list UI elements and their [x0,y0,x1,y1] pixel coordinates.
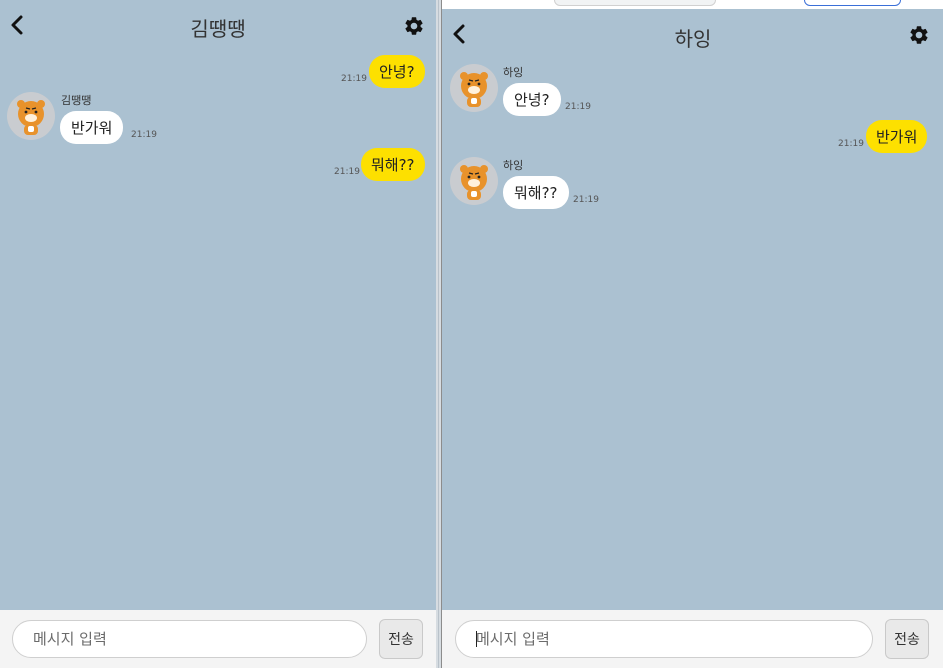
other-message-bubble: 반가워 [60,111,124,144]
message-time: 21:19 [341,74,367,84]
my-message-bubble: 반가워 [866,120,928,153]
send-button[interactable]: 전송 [885,619,929,659]
my-message-bubble: 안녕? [369,55,425,88]
message-time: 21:19 [573,195,599,205]
text-cursor [476,631,477,647]
lion-avatar-icon[interactable] [450,157,498,205]
chat-header: 김땡땡 [0,0,436,48]
lion-avatar-icon[interactable] [7,92,55,140]
other-message-bubble: 안녕? [503,83,561,116]
gear-icon[interactable] [908,24,930,46]
sender-name: 하잉 [503,159,524,172]
other-message-bubble: 뭐해?? [503,176,569,209]
sender-name: 김땡땡 [61,94,92,107]
message-time: 21:19 [838,139,864,149]
message-time: 21:19 [565,102,591,112]
chat-window-right: 하잉 하잉 안녕? 21:19 21:19 반가워 하잉 뭐해?? 21:19 … [441,0,943,668]
chat-room-title: 하잉 [674,27,712,51]
message-input[interactable] [455,620,873,658]
chat-header: 하잉 [442,10,943,58]
gear-icon[interactable] [403,15,425,37]
chat-room-title: 김땡땡 [190,17,246,41]
chat-window-left: 김땡땡 21:19 안녕? 김땡땡 반가워 21:19 21:19 뭐해?? 전… [0,0,436,668]
profile-button [804,0,901,6]
address-bar [554,0,716,6]
browser-chrome-strip [442,0,943,9]
message-time: 21:19 [334,167,360,177]
sender-name: 하잉 [503,66,524,79]
message-input-bar: 전송 [0,610,436,668]
lion-avatar-icon[interactable] [450,64,498,112]
message-input[interactable] [12,620,367,658]
message-time: 21:19 [131,130,157,140]
message-input-bar: 전송 [442,610,943,668]
my-message-bubble: 뭐해?? [361,148,425,181]
send-button[interactable]: 전송 [379,619,423,659]
